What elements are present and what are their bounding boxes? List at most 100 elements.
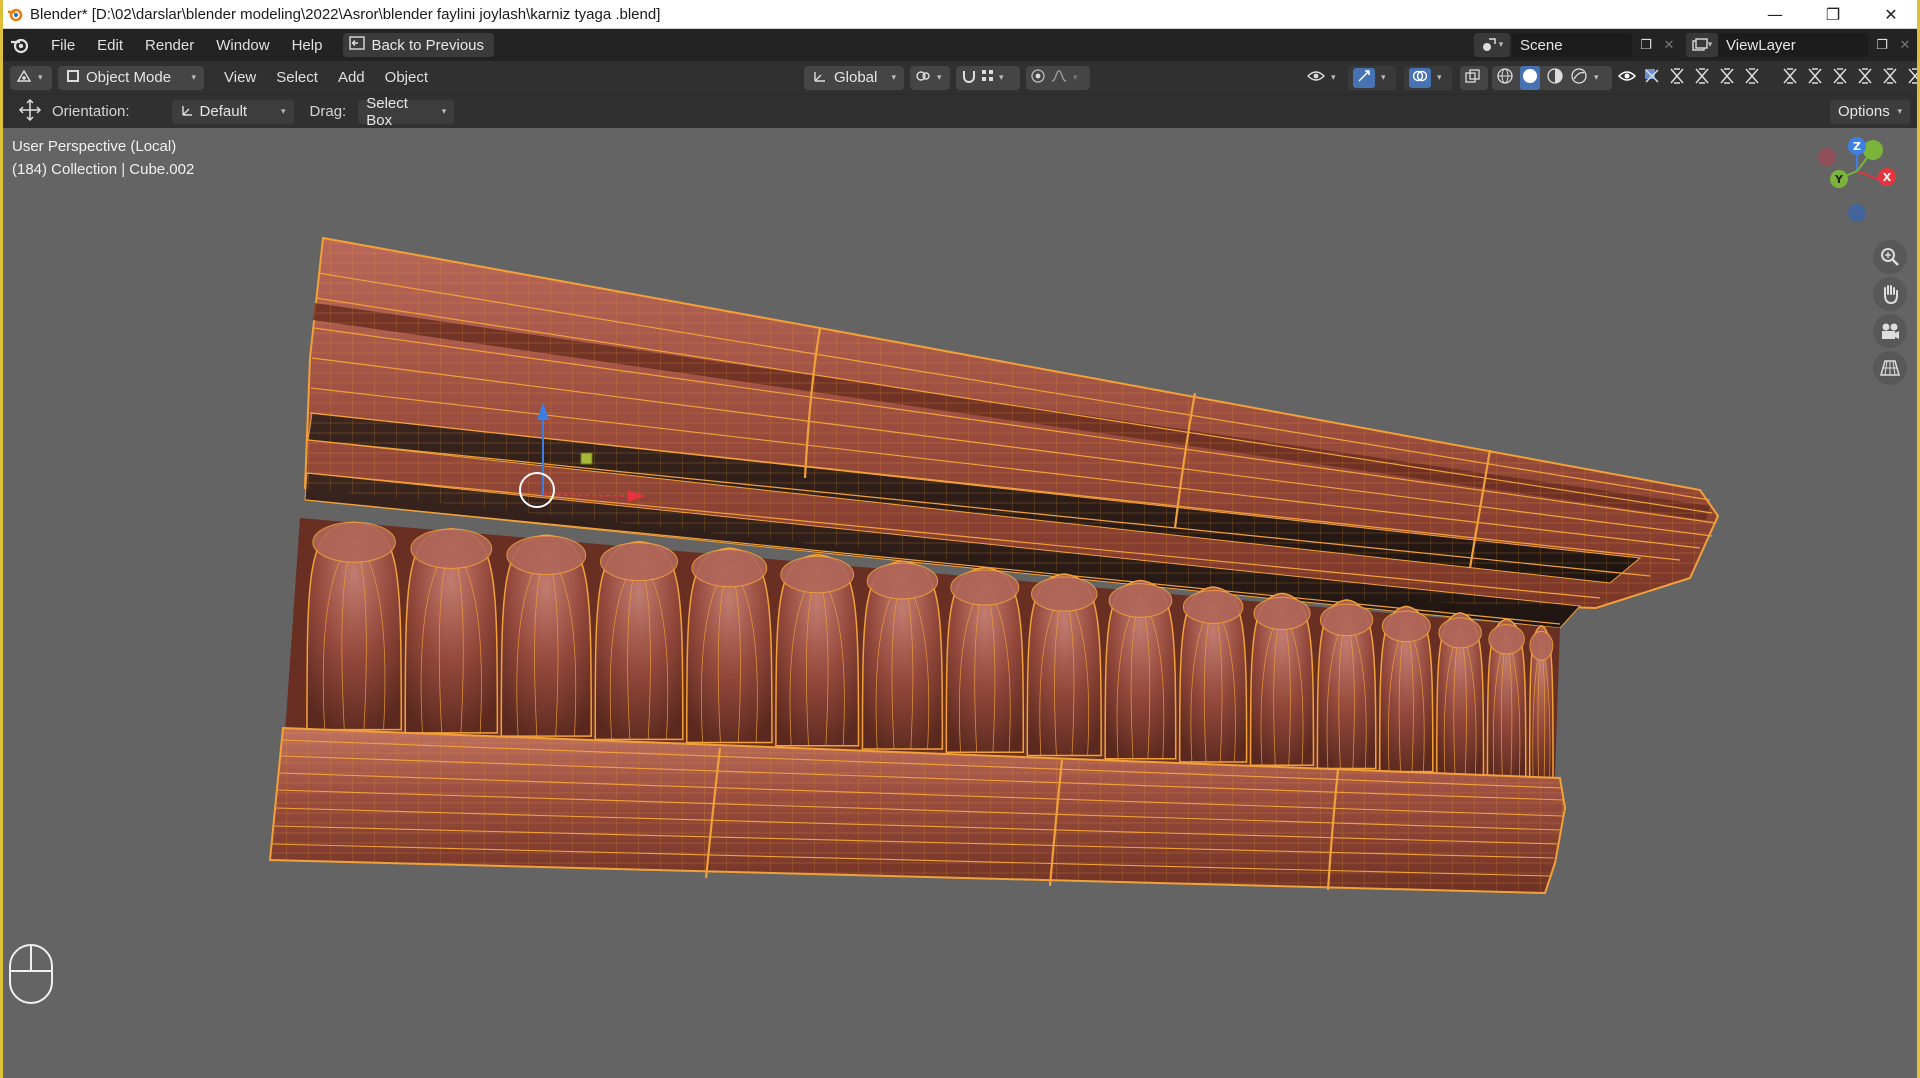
shading-options-chevron-icon[interactable]: ▾ — [1594, 72, 1599, 83]
visibility-eye-icon — [1307, 69, 1325, 87]
viewport-header: ▾ Object Mode ▾ View Select Add Object G… — [0, 61, 1920, 94]
viewlayer-browse-icon[interactable]: ▾ — [1686, 33, 1718, 57]
filter-x-icon-1[interactable] — [1668, 67, 1686, 89]
eye-toggle-icon[interactable] — [1617, 69, 1637, 87]
filter-x-icon-2[interactable] — [1693, 67, 1711, 89]
scene-browse-icon[interactable]: ▾ — [1474, 33, 1510, 57]
chevron-down-icon: ▾ — [1897, 106, 1902, 116]
filter-toggles — [1617, 66, 1920, 90]
flute-cap — [1108, 583, 1173, 618]
flute-cap — [1488, 624, 1525, 655]
3d-viewport[interactable]: User Perspective (Local) (184) Collectio… — [0, 128, 1920, 1078]
zoom-icon[interactable] — [1873, 240, 1907, 274]
filter-x-icon-4[interactable] — [1743, 67, 1761, 89]
mode-label: Object Mode — [86, 69, 172, 86]
filter-x-icon-6[interactable] — [1806, 67, 1824, 89]
screen-back-icon — [349, 36, 366, 54]
scene-name-field[interactable]: Scene — [1512, 33, 1632, 57]
cornice-mesh-model[interactable] — [0, 128, 1920, 1078]
mode-dropdown[interactable]: Object Mode ▾ — [58, 65, 204, 90]
snap-controls[interactable]: ▾ — [956, 65, 1020, 90]
new-viewlayer-icon[interactable]: ❐ — [1870, 33, 1894, 57]
pivot-icon — [915, 69, 931, 87]
gizmo-icon — [1353, 67, 1375, 88]
editor-type-dropdown[interactable]: ▾ — [10, 65, 52, 90]
options-dropdown[interactable]: Options ▾ — [1830, 99, 1910, 124]
minimize-icon[interactable]: — — [1746, 0, 1804, 29]
tool-settings-bar: Orientation: Default ▾ Drag: Select Box … — [0, 94, 1920, 129]
flute-cap — [1253, 596, 1311, 631]
filter-x-icon-8[interactable] — [1856, 67, 1874, 89]
transform-orientation-dropdown[interactable]: Global ▾ — [804, 65, 904, 90]
close-icon[interactable]: ✕ — [1862, 0, 1920, 29]
drag-dropdown[interactable]: Select Box ▾ — [358, 95, 455, 129]
xray-toggle[interactable] — [1460, 65, 1488, 90]
window-controls: — ❐ ✕ — [1746, 0, 1920, 29]
orientation-dropdown[interactable]: Default ▾ — [171, 99, 294, 124]
material-preview-icon[interactable] — [1546, 67, 1564, 89]
restore-icon[interactable]: ❐ — [1804, 0, 1862, 29]
view3d-editor-icon — [16, 69, 32, 87]
orientation-value: Default — [199, 103, 248, 120]
view-layer-field[interactable]: ViewLayer — [1718, 33, 1868, 57]
mouse-status-icon — [8, 943, 54, 1009]
navigation-axis-gizmo[interactable]: Z Y X — [1807, 133, 1907, 233]
transform-tool-icon[interactable] — [18, 98, 42, 125]
falloff-curve-icon[interactable] — [1051, 69, 1067, 87]
window-title: Blender* [D:\02\darslar\blender modeling… — [30, 5, 661, 23]
solid-shading-icon[interactable] — [1520, 65, 1540, 90]
flute-cap — [866, 562, 939, 600]
gizmo-toggle[interactable]: ▾ — [1348, 65, 1396, 90]
pivot-point-dropdown[interactable]: ▾ — [910, 65, 950, 90]
object-visibility-dropdown[interactable]: ▾ — [1302, 66, 1342, 90]
shading-modes: ▾ — [1492, 65, 1612, 90]
menu-help[interactable]: Help — [281, 37, 334, 54]
header-menu-view[interactable]: View — [214, 69, 266, 86]
delete-viewlayer-icon[interactable]: ✕ — [1894, 33, 1916, 57]
back-to-previous-button[interactable]: Back to Previous — [343, 33, 495, 57]
snap-grid-icon[interactable] — [981, 69, 995, 87]
header-menu-select[interactable]: Select — [266, 69, 328, 86]
menu-render[interactable]: Render — [134, 37, 205, 54]
xray-icon — [1465, 68, 1481, 87]
overlays-toggle[interactable]: ▾ — [1404, 65, 1452, 90]
filter-x-icon-3[interactable] — [1718, 67, 1736, 89]
proportional-editing-controls[interactable]: ▾ — [1026, 65, 1090, 90]
flute-cap — [410, 528, 493, 569]
flute-cap — [950, 569, 1020, 606]
new-scene-icon[interactable]: ❐ — [1634, 33, 1658, 57]
filter-x-icon-5[interactable] — [1781, 67, 1799, 89]
menu-window[interactable]: Window — [205, 37, 280, 54]
magnet-snap-icon[interactable] — [961, 69, 977, 87]
delete-scene-icon[interactable]: ✕ — [1658, 33, 1680, 57]
options-label: Options — [1838, 103, 1890, 120]
header-menu-object[interactable]: Object — [375, 69, 438, 86]
header-menu-add[interactable]: Add — [328, 69, 375, 86]
neg-x-axis-icon[interactable] — [1818, 148, 1836, 166]
menu-edit[interactable]: Edit — [86, 37, 134, 54]
perspective-toggle-icon[interactable] — [1873, 351, 1907, 385]
svg-text:X: X — [1883, 171, 1892, 184]
chevron-down-icon: ▾ — [441, 106, 447, 116]
wireframe-shading-icon[interactable] — [1496, 67, 1514, 89]
orientation-default-icon — [180, 103, 194, 121]
flute-cap — [1319, 603, 1374, 637]
flute-cap — [1182, 589, 1244, 624]
rendered-shading-icon[interactable] — [1570, 67, 1588, 89]
filter-x-icon-9[interactable] — [1881, 67, 1899, 89]
pan-hand-icon[interactable] — [1873, 277, 1907, 311]
flute-cap — [506, 535, 587, 575]
drag-label: Drag: — [309, 103, 347, 120]
camera-view-icon[interactable] — [1873, 314, 1907, 348]
flute-cap — [780, 555, 855, 594]
filter-x-icon-7[interactable] — [1831, 67, 1849, 89]
select-toggle-icon[interactable] — [1643, 67, 1661, 89]
neg-z-axis-icon[interactable] — [1848, 204, 1866, 222]
menu-file[interactable]: File — [40, 37, 86, 54]
flute-cap — [312, 521, 396, 563]
drag-value: Select Box — [366, 94, 408, 129]
blender-menu-icon[interactable] — [0, 36, 40, 54]
chevron-down-icon: ▾ — [891, 72, 896, 82]
y-axis-far-icon[interactable] — [1863, 140, 1883, 160]
proportional-edit-icon[interactable] — [1031, 68, 1045, 87]
